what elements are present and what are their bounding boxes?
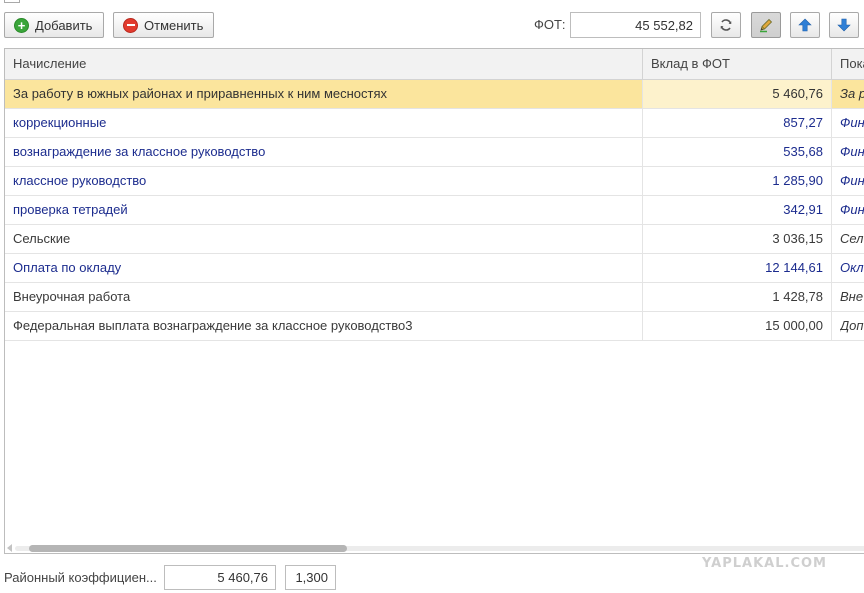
fot-value-cell: 1 428,78	[643, 283, 832, 311]
table-row[interactable]: вознаграждение за классное руководство 5…	[5, 138, 864, 167]
arrow-down-icon	[837, 18, 851, 32]
add-button[interactable]: + Добавить	[4, 12, 104, 38]
move-down-button[interactable]	[829, 12, 859, 38]
accrual-name-cell: За работу в южных районах и приравненных…	[5, 80, 643, 108]
fot-value-cell: 342,91	[643, 196, 832, 224]
accrual-name-cell: Внеурочная работа	[5, 283, 643, 311]
accrual-name-cell: проверка тетрадей	[5, 196, 643, 224]
indicator-cell: Фин	[840, 202, 864, 217]
fot-field[interactable]	[570, 12, 701, 38]
cancel-button-label: Отменить	[144, 17, 204, 33]
fot-value-cell: 857,27	[643, 109, 832, 137]
column-header-indicator[interactable]: Пока	[832, 49, 864, 80]
indicator-cell: Фин	[840, 115, 864, 130]
indicator-cell: Фин	[840, 173, 864, 188]
fot-value-cell: 12 144,61	[643, 254, 832, 282]
district-coefficient-amount-field[interactable]	[164, 565, 276, 590]
district-coefficient-label: Районный коэффициен...	[4, 570, 157, 585]
add-button-label: Добавить	[35, 17, 93, 33]
horizontal-scrollbar[interactable]	[5, 543, 864, 553]
edit-button[interactable]	[751, 12, 781, 38]
table-row[interactable]: Внеурочная работа 1 428,78 Вне	[5, 283, 864, 312]
toolbar: + Добавить Отменить ФОТ:	[0, 0, 864, 48]
table-row[interactable]: проверка тетрадей 342,91 Фин	[5, 196, 864, 225]
indicator-cell: Фин	[840, 144, 864, 159]
indicator-cell: Сел	[840, 231, 864, 246]
pencil-icon	[760, 18, 773, 33]
table-row[interactable]: За работу в южных районах и приравненных…	[5, 80, 864, 109]
accrual-name-cell: коррекционные	[5, 109, 643, 137]
arrow-up-icon	[798, 18, 812, 32]
accrual-name-cell: вознаграждение за классное руководство	[5, 138, 643, 166]
table-row[interactable]: коррекционные 857,27 Фин	[5, 109, 864, 138]
minus-icon	[123, 17, 138, 33]
indicator-cell: Вне	[840, 289, 864, 304]
plus-icon: +	[14, 17, 29, 33]
scroll-left-icon[interactable]	[7, 544, 12, 552]
table-row[interactable]: Федеральная выплата вознаграждение за кл…	[5, 312, 864, 341]
table-row[interactable]: Оплата по окладу 12 144,61 Окл	[5, 254, 864, 283]
accrual-name-cell: классное руководство	[5, 167, 643, 195]
move-up-button[interactable]	[790, 12, 820, 38]
refresh-button[interactable]	[711, 12, 741, 38]
watermark: YAPLAKAL.COM	[702, 556, 827, 571]
fot-value-cell: 5 460,76	[643, 80, 832, 108]
table-row[interactable]: Сельские 3 036,15 Сел	[5, 225, 864, 254]
accrual-name-cell: Сельские	[5, 225, 643, 253]
column-header-fot-contribution[interactable]: Вклад в ФОТ	[643, 49, 832, 80]
cancel-button[interactable]: Отменить	[113, 12, 214, 38]
fot-value-cell: 1 285,90	[643, 167, 832, 195]
district-coefficient-field[interactable]	[285, 565, 336, 590]
indicator-cell: Доп	[840, 318, 864, 333]
indicator-cell: За р	[840, 86, 864, 101]
accrual-name-cell: Федеральная выплата вознаграждение за кл…	[5, 312, 643, 340]
fot-label: ФОТ:	[534, 17, 566, 32]
column-header-accrual[interactable]: Начисление	[5, 49, 643, 80]
indicator-cell: Окл	[840, 260, 864, 275]
fot-value-cell: 15 000,00	[643, 312, 832, 340]
table-row[interactable]: классное руководство 1 285,90 Фин	[5, 167, 864, 196]
accrual-name-cell: Оплата по окладу	[5, 254, 643, 282]
accruals-table[interactable]: Начисление Вклад в ФОТ Пока За работу в …	[4, 48, 864, 554]
fot-value-cell: 535,68	[643, 138, 832, 166]
scrollbar-thumb[interactable]	[29, 545, 347, 552]
refresh-icon	[720, 19, 732, 31]
table-header: Начисление Вклад в ФОТ Пока	[5, 49, 864, 80]
fot-value-cell: 3 036,15	[643, 225, 832, 253]
